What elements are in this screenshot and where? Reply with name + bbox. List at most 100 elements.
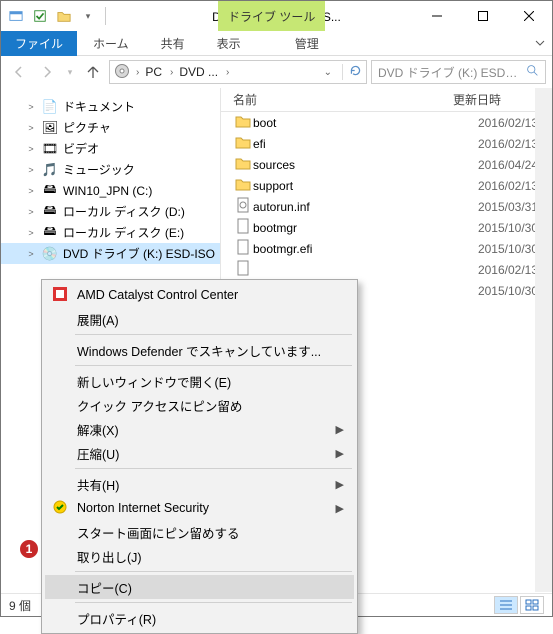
nav-item[interactable]: > 📄 ドキュメント [1,96,220,117]
nav-item-icon: 🖴 [41,201,59,223]
ctx-item[interactable]: プロパティ(R) [45,606,354,630]
expand-chevron[interactable]: > [25,207,37,217]
ctx-item[interactable]: 解凍(X) ▶ [45,417,354,441]
ribbon-tab-view[interactable]: 表示 [201,31,257,56]
search-placeholder: DVD ドライブ (K:) ESD-ISOの... [378,64,520,81]
file-name: autorun.inf [253,200,453,214]
file-row[interactable]: sources 2016/04/24 [221,154,552,175]
ribbon-file-tab[interactable]: ファイル [1,31,77,56]
submenu-chevron: ▶ [336,478,344,491]
qat-app-icon[interactable] [5,5,27,27]
file-name: efi [253,137,453,151]
crumb-current[interactable]: DVD ... [179,65,218,79]
ctx-item[interactable]: 新しいウィンドウで開く(E) [45,369,354,393]
close-button[interactable] [506,1,552,31]
expand-chevron[interactable]: > [25,165,37,175]
file-icon [233,260,253,279]
ctx-item[interactable]: AMD Catalyst Control Center [45,283,354,307]
qat-properties-icon[interactable] [29,5,51,27]
expand-chevron[interactable]: > [25,228,37,238]
view-details-button[interactable] [494,596,518,614]
maximize-button[interactable] [460,1,506,31]
ctx-item[interactable]: Windows Defender でスキャンしています... [45,338,354,362]
file-row[interactable]: autorun.inf 2015/03/31 [221,196,552,217]
crumb-pc[interactable]: PC [145,65,162,79]
nav-forward-button[interactable] [35,60,59,84]
ctx-item-label: AMD Catalyst Control Center [77,288,238,302]
ctx-item-label: コピー(C) [77,578,132,597]
file-icon [233,239,253,258]
file-icon [233,134,253,153]
file-row[interactable]: bootmgr 2015/10/30 [221,217,552,238]
ctx-item-label: 新しいウィンドウで開く(E) [77,372,231,391]
ribbon-tab-home[interactable]: ホーム [77,31,145,56]
window-controls [414,1,552,31]
ctx-item[interactable]: 展開(A) [45,307,354,331]
ctx-item[interactable]: Norton Internet Security ▶ [45,496,354,520]
nav-item-icon: 💿 [41,246,59,262]
nav-back-button[interactable] [7,60,31,84]
annotation-badge-1: 1 [19,539,39,559]
file-name: support [253,179,453,193]
nav-item[interactable]: > 🖼 ピクチャ [1,117,220,138]
nav-item[interactable]: > 🎵 ミュージック [1,159,220,180]
search-box[interactable]: DVD ドライブ (K:) ESD-ISOの... [371,60,546,84]
nav-item[interactable]: > 🖴 WIN10_JPN (C:) [1,180,220,201]
ctx-item[interactable]: スタート画面にピン留めする [45,520,354,544]
view-large-icons-button[interactable] [520,596,544,614]
file-icon [233,218,253,237]
ribbon-tab-manage[interactable]: 管理 [279,31,335,56]
file-icon [233,113,253,132]
nav-item-icon: 🖴 [41,222,59,244]
nav-item-label: ミュージック [63,161,135,178]
ctx-item[interactable]: クイック アクセスにピン留め [45,393,354,417]
file-row[interactable]: bootmgr.efi 2015/10/30 [221,238,552,259]
ctx-separator [75,468,352,469]
scrollbar[interactable] [535,88,552,592]
ctx-item[interactable]: 共有(H) ▶ [45,472,354,496]
file-row[interactable]: efi 2016/02/13 [221,133,552,154]
nav-item-label: WIN10_JPN (C:) [63,184,152,198]
ctx-item[interactable]: コピー(C) [45,575,354,599]
ctx-separator [75,571,352,572]
addr-dropdown-chevron[interactable]: ⌄ [320,67,336,78]
ctx-item[interactable]: 取り出し(J) [45,544,354,568]
expand-chevron[interactable]: > [25,102,37,112]
ctx-separator [75,365,352,366]
ribbon-expand-button[interactable] [528,38,552,48]
qat-customize-chevron[interactable]: ▾ [77,5,99,27]
expand-chevron[interactable]: > [25,186,37,196]
nav-item[interactable]: > 🖴 ローカル ディスク (E:) [1,222,220,243]
expand-chevron[interactable]: > [25,123,37,133]
nav-item[interactable]: > 💿 DVD ドライブ (K:) ESD-ISO [1,243,220,264]
nav-item[interactable]: > 🖴 ローカル ディスク (D:) [1,201,220,222]
nav-item-icon: 🎞 [41,141,59,157]
nav-item-label: ビデオ [63,140,99,157]
address-row: ▾ › PC› DVD ...› ⌄ DVD ドライブ (K:) ESD-ISO… [1,56,552,88]
expand-chevron[interactable]: > [25,249,37,259]
ctx-item[interactable]: 圧縮(U) ▶ [45,441,354,465]
file-row[interactable]: boot 2016/02/13 [221,112,552,133]
file-icon [233,176,253,195]
qat-new-folder-icon[interactable] [53,5,75,27]
nav-item[interactable]: > 🎞 ビデオ [1,138,220,159]
nav-history-chevron[interactable]: ▾ [63,60,77,84]
file-name: bootmgr [253,221,453,235]
col-name[interactable]: 名前 [233,91,453,108]
nav-up-button[interactable] [81,60,105,84]
expand-chevron[interactable]: > [25,144,37,154]
file-row[interactable]: 2016/02/13 [221,259,552,280]
minimize-button[interactable] [414,1,460,31]
address-bar[interactable]: › PC› DVD ...› ⌄ [109,60,367,84]
ribbon-tab-share[interactable]: 共有 [145,31,201,56]
context-menu[interactable]: AMD Catalyst Control Center 展開(A) Window… [41,279,358,634]
search-icon [526,64,539,80]
submenu-chevron: ▶ [336,423,344,436]
titlebar: ▾ DVD ドライブ (K:) ES... ドライブ ツール [1,1,552,31]
column-headers[interactable]: 名前 更新日時 [221,88,552,112]
addr-drive-icon [114,63,130,82]
nav-item-icon: 🖼 [41,120,59,136]
file-row[interactable]: support 2016/02/13 [221,175,552,196]
ctx-item-icon [51,500,69,517]
addr-refresh-button[interactable] [342,64,362,80]
